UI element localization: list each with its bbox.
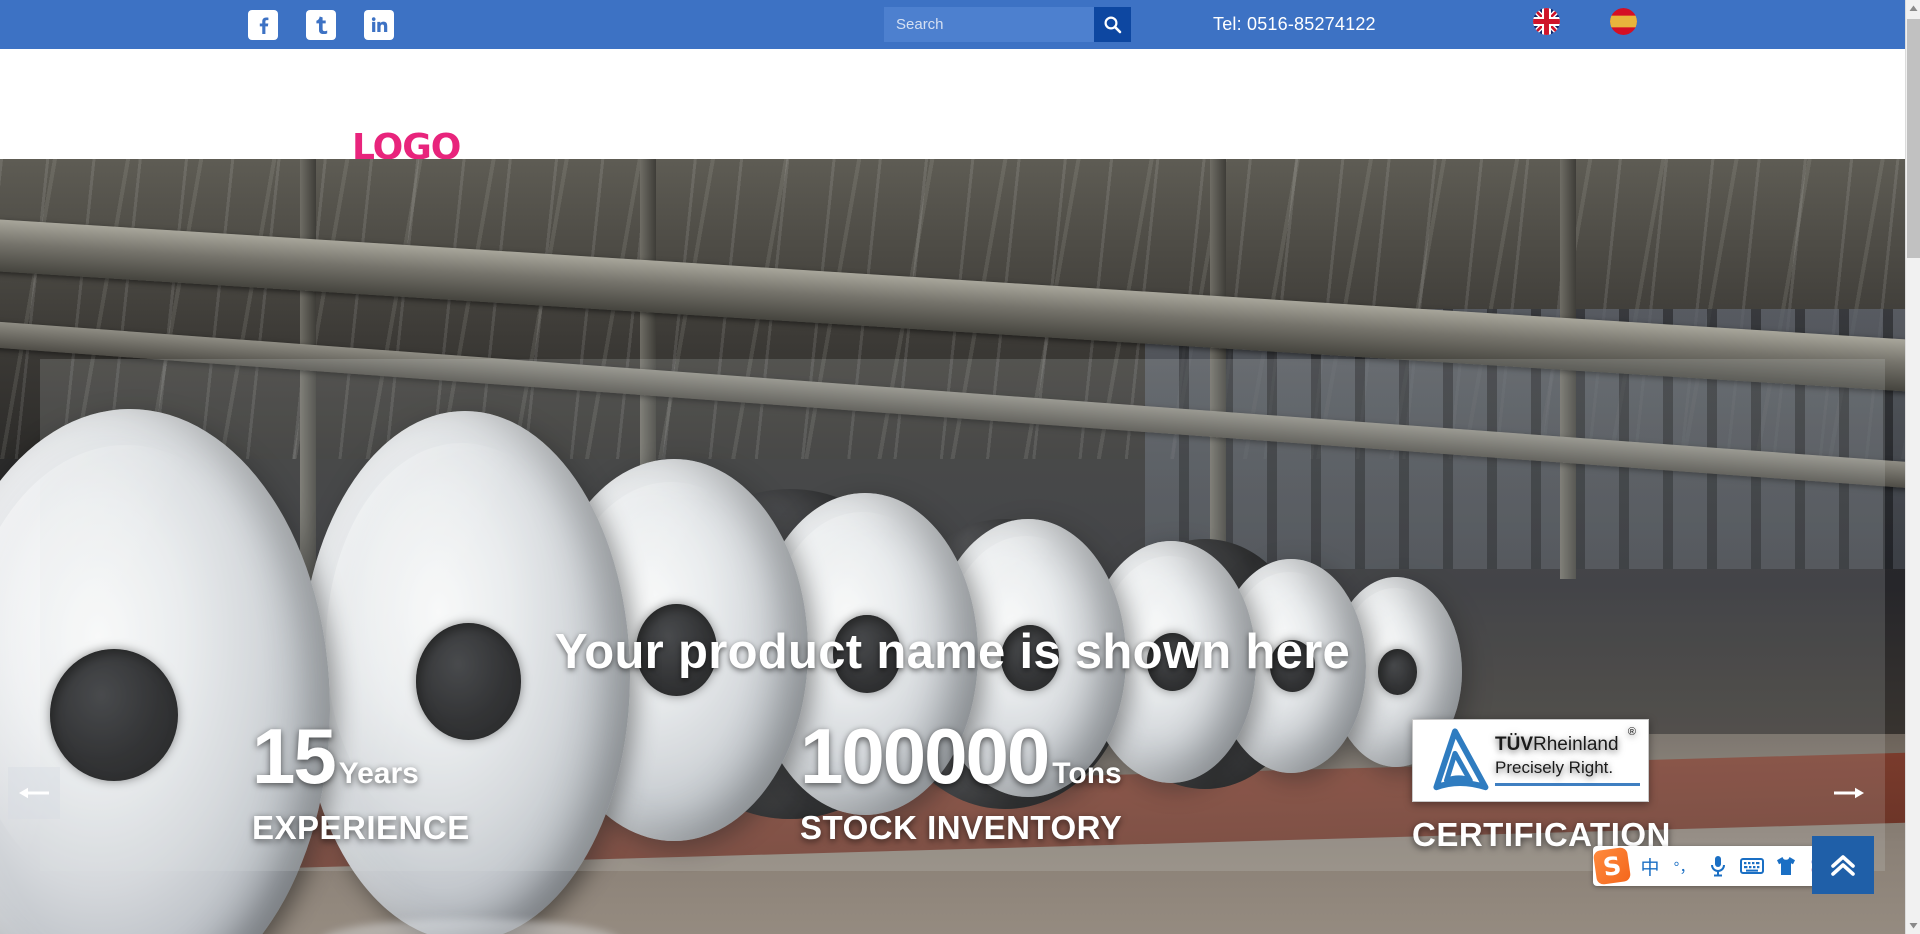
phone-number: Tel: 0516-85274122	[1213, 14, 1376, 34]
browser-scrollbar[interactable]	[1905, 0, 1920, 934]
sogou-logo-icon[interactable]: S	[1592, 846, 1632, 886]
tuv-triangle-icon	[1433, 727, 1489, 790]
social-links	[248, 9, 394, 40]
ime-voice-input[interactable]	[1701, 848, 1735, 884]
sogou-ime-toolbar: S 中 °，	[1592, 846, 1841, 886]
scrollbar-thumb[interactable]	[1907, 19, 1920, 258]
arrow-right-icon	[1834, 787, 1864, 799]
language-switcher	[1533, 8, 1637, 35]
structure-column	[1210, 159, 1226, 579]
stat-inventory-label: STOCK INVENTORY	[800, 809, 1123, 847]
search-button[interactable]	[1094, 7, 1131, 42]
hero-banner: Your product name is shown here 15 Years …	[0, 159, 1905, 934]
search-bar	[884, 7, 1131, 42]
tuv-tagline: Precisely Right.	[1495, 757, 1614, 777]
stat-certification: ® TÜVRheinland Precisely Right. CERTIFIC…	[1412, 719, 1671, 854]
ime-punctuation-toggle[interactable]: °，	[1667, 848, 1701, 884]
registered-trademark-icon: ®	[1627, 726, 1636, 739]
tshirt-icon	[1777, 857, 1795, 875]
facebook-icon[interactable]	[248, 9, 278, 40]
keyboard-icon	[1740, 858, 1764, 874]
triangle-up-icon	[1909, 5, 1918, 11]
carousel-next-button[interactable]	[1823, 767, 1875, 819]
search-icon	[1104, 16, 1122, 34]
tuv-rheinland-badge: ® TÜVRheinland Precisely Right.	[1412, 719, 1649, 802]
ime-chinese-mode[interactable]: 中	[1633, 848, 1667, 884]
site-header: LOGO HOME ABOUT US PRODUCTS SERVICE NEWS…	[0, 49, 1905, 180]
stat-experience-unit: Years	[338, 757, 419, 790]
triangle-down-icon	[1909, 923, 1918, 929]
stat-experience-number: 15	[252, 712, 337, 800]
stat-stock-inventory: 100000 Tons STOCK INVENTORY	[800, 712, 1123, 847]
carousel-prev-button[interactable]	[8, 767, 60, 819]
double-chevron-up-icon	[1831, 855, 1855, 876]
tuv-rule	[1495, 782, 1640, 786]
tuv-brand-bold: TÜV	[1495, 734, 1533, 756]
tuv-brand-name: TÜVRheinland	[1495, 734, 1640, 756]
tuv-brand-rest: Rheinland	[1533, 734, 1619, 756]
top-utility-bar: Tel: 0516-85274122	[0, 0, 1905, 49]
stat-experience: 15 Years EXPERIENCE	[252, 712, 470, 847]
linkedin-icon[interactable]	[364, 9, 394, 40]
search-input[interactable]	[884, 7, 1094, 42]
flag-es[interactable]	[1610, 8, 1637, 35]
hero-title: Your product name is shown here	[554, 625, 1351, 679]
microphone-icon	[1711, 856, 1725, 877]
scroll-to-top-button[interactable]	[1812, 836, 1874, 894]
ime-skin[interactable]	[1769, 848, 1803, 884]
flag-en[interactable]	[1533, 8, 1560, 35]
scrollbar-down-arrow[interactable]	[1906, 917, 1920, 934]
scrollbar-up-arrow[interactable]	[1906, 0, 1920, 17]
stat-inventory-number: 100000	[800, 712, 1050, 800]
stat-inventory-unit: Tons	[1052, 757, 1122, 790]
arrow-left-icon	[19, 787, 49, 799]
ime-soft-keyboard[interactable]	[1735, 848, 1769, 884]
tumblr-icon[interactable]	[306, 9, 336, 40]
stat-experience-label: EXPERIENCE	[252, 809, 470, 847]
